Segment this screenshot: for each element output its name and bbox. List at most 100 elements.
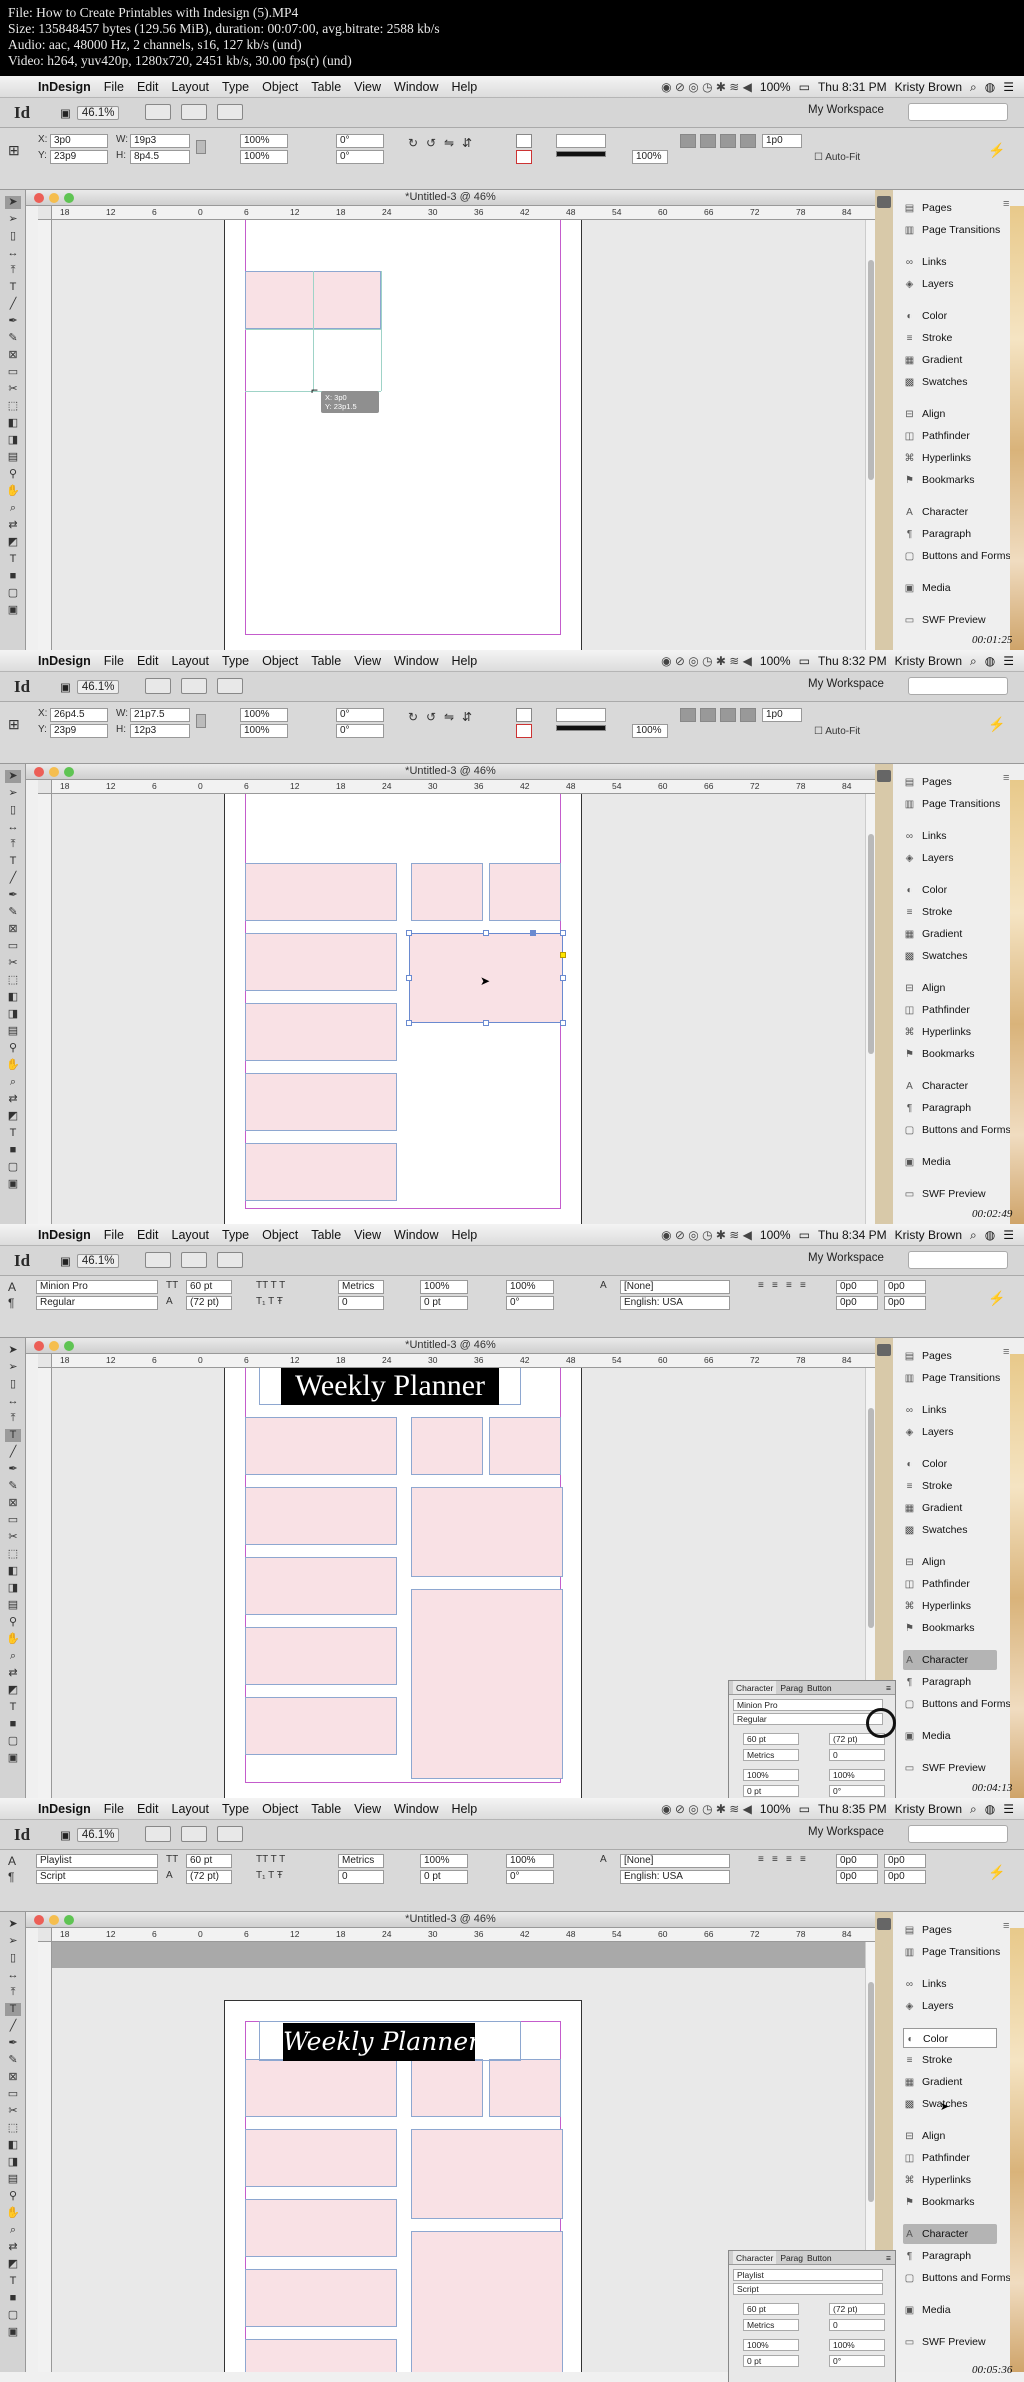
menu-type[interactable]: Type bbox=[222, 80, 249, 94]
day-box[interactable] bbox=[489, 863, 561, 921]
menu-help[interactable]: Help bbox=[452, 654, 478, 668]
zoom-value[interactable]: 46.1% bbox=[76, 1828, 120, 1842]
cp-font-family-field[interactable]: Minion Pro bbox=[733, 1699, 883, 1711]
panel-item-swf-preview[interactable]: ▭ SWF Preview bbox=[903, 2332, 997, 2352]
font-family-field[interactable]: Minion Pro bbox=[36, 1280, 158, 1294]
menu-table[interactable]: Table bbox=[311, 1228, 341, 1242]
notes-box[interactable] bbox=[411, 1589, 563, 1779]
panel-menu-icon[interactable]: ≡ bbox=[886, 1681, 895, 1694]
menu-layout[interactable]: Layout bbox=[172, 1802, 210, 1816]
horizontal-ruler[interactable]: 18 12 6 0 6 12 18 24 30 36 42 48 54 60 66 72 78 84 bbox=[52, 1354, 875, 1368]
screen-mode-button[interactable] bbox=[181, 678, 207, 694]
panel-item-links[interactable]: ∞ Links bbox=[903, 1974, 997, 1994]
minimize-window-button[interactable] bbox=[49, 1915, 59, 1925]
apply-color-icon[interactable]: ■ bbox=[5, 1144, 21, 1157]
panel-item-swf-preview[interactable]: ▭ SWF Preview bbox=[903, 1184, 997, 1204]
cp-font-style-field[interactable]: Script bbox=[733, 2283, 883, 2295]
indent-left-field[interactable]: 0p0 bbox=[836, 1854, 878, 1868]
ruler-origin[interactable] bbox=[38, 206, 52, 220]
close-window-button[interactable] bbox=[34, 1341, 44, 1351]
panel-item-gradient[interactable]: ▦ Gradient bbox=[903, 2072, 997, 2092]
view-options-button[interactable] bbox=[145, 678, 171, 694]
page-tool-icon[interactable]: ▯ bbox=[5, 1952, 21, 1965]
panel-item-media[interactable]: ▣ Media bbox=[903, 1726, 997, 1746]
menu-layout[interactable]: Layout bbox=[172, 1228, 210, 1242]
menu-edit[interactable]: Edit bbox=[137, 1802, 159, 1816]
bridge-icon[interactable]: ▣ bbox=[60, 1828, 71, 1842]
height-field[interactable]: 12p3 bbox=[130, 724, 190, 738]
panel-item-pathfinder[interactable]: ◫ Pathfinder bbox=[903, 2148, 997, 2168]
app-menu[interactable]: InDesign bbox=[38, 654, 91, 668]
menu-layout[interactable]: Layout bbox=[172, 80, 210, 94]
notes-box[interactable] bbox=[411, 2231, 563, 2372]
collapse-panels-icon[interactable] bbox=[877, 1918, 891, 1930]
formatting-icon[interactable]: T bbox=[5, 2275, 21, 2288]
menu-edit[interactable]: Edit bbox=[137, 654, 159, 668]
character-style-icon[interactable]: A bbox=[600, 1854, 607, 1865]
zoom-value[interactable]: 46.1% bbox=[76, 680, 120, 694]
preview-mode-icon[interactable]: ▣ bbox=[5, 604, 21, 617]
cp-horizontal-scale-field[interactable]: 100% bbox=[829, 1769, 885, 1781]
workspace-switcher[interactable]: My Workspace bbox=[808, 104, 884, 116]
line-tool-icon[interactable]: ╱ bbox=[5, 1446, 21, 1459]
panel-item-pages[interactable]: ▤ Pages bbox=[903, 1920, 997, 1940]
selection-handle[interactable] bbox=[483, 1020, 489, 1026]
menu-type[interactable]: Type bbox=[222, 1228, 249, 1242]
panel-item-hyperlinks[interactable]: ⌘ Hyperlinks bbox=[903, 1596, 997, 1616]
planner-title[interactable]: Weekly Planner bbox=[283, 2023, 480, 2061]
wrap-icon[interactable] bbox=[700, 708, 716, 722]
font-style-field[interactable]: Regular bbox=[36, 1296, 158, 1310]
day-box[interactable] bbox=[245, 1417, 397, 1475]
cp-font-size-field[interactable]: 60 pt bbox=[743, 1733, 799, 1745]
pen-tool-icon[interactable]: ✒ bbox=[5, 889, 21, 902]
note-tool-icon[interactable]: ▤ bbox=[5, 1025, 21, 1038]
user-name[interactable]: Kristy Brown bbox=[895, 1228, 962, 1243]
line-tool-icon[interactable]: ╱ bbox=[5, 2020, 21, 2033]
menu-window[interactable]: Window bbox=[394, 654, 438, 668]
panel-item-swatches[interactable]: ▩ Swatches bbox=[903, 1520, 997, 1540]
align-left-icon[interactable]: ≡ bbox=[758, 1854, 764, 1865]
siri-icon[interactable]: ◍ bbox=[985, 654, 995, 669]
selection-handle[interactable] bbox=[406, 930, 412, 936]
kerning-field[interactable]: Metrics bbox=[338, 1280, 384, 1294]
zoom-tool-icon[interactable]: ⌕ bbox=[5, 502, 21, 515]
caps-toggles[interactable]: TT T T bbox=[256, 1280, 285, 1291]
panel-item-pathfinder[interactable]: ◫ Pathfinder bbox=[903, 1574, 997, 1594]
minimize-window-button[interactable] bbox=[49, 767, 59, 777]
character-style-field[interactable]: [None] bbox=[620, 1280, 730, 1294]
panel-item-character[interactable]: A Character bbox=[903, 1650, 997, 1670]
minimize-window-button[interactable] bbox=[49, 193, 59, 203]
zoom-window-button[interactable] bbox=[64, 1341, 74, 1351]
pencil-tool-icon[interactable]: ✎ bbox=[5, 332, 21, 345]
vertical-ruler[interactable] bbox=[38, 1942, 52, 2372]
zoom-control[interactable]: ▣ 46.1% bbox=[60, 104, 138, 122]
day-box[interactable] bbox=[245, 863, 397, 921]
day-box[interactable] bbox=[245, 1627, 397, 1685]
panel-item-swf-preview[interactable]: ▭ SWF Preview bbox=[903, 610, 997, 630]
menu-view[interactable]: View bbox=[354, 1802, 381, 1816]
panel-item-align[interactable]: ⊟ Align bbox=[903, 1552, 997, 1572]
panel-item-bookmarks[interactable]: ⚑ Bookmarks bbox=[903, 1618, 997, 1638]
language-field[interactable]: English: USA bbox=[620, 1296, 730, 1310]
panel-item-gradient[interactable]: ▦ Gradient bbox=[903, 350, 997, 370]
apply-color-icon[interactable]: ■ bbox=[5, 2292, 21, 2305]
panel-item-swatches[interactable]: ▩ Swatches bbox=[903, 2094, 997, 2114]
content-grabber[interactable] bbox=[560, 952, 566, 958]
document-page[interactable]: Weekly Planner bbox=[224, 2000, 582, 2372]
scroll-thumb[interactable] bbox=[868, 260, 874, 480]
cp-skew-field[interactable]: 0° bbox=[829, 2355, 885, 2367]
spotlight-icon[interactable]: ⌕ bbox=[970, 1228, 977, 1243]
normal-mode-icon[interactable]: ▢ bbox=[5, 587, 21, 600]
bridge-icon[interactable]: ▣ bbox=[60, 106, 71, 120]
cp-vertical-scale-field[interactable]: 100% bbox=[743, 1769, 799, 1781]
free-transform-tool-icon[interactable]: ⬚ bbox=[5, 2122, 21, 2135]
caps-toggles[interactable]: TT T T bbox=[256, 1854, 285, 1865]
menu-window[interactable]: Window bbox=[394, 80, 438, 94]
scroll-thumb[interactable] bbox=[868, 1408, 874, 1628]
panel-item-links[interactable]: ∞ Links bbox=[903, 252, 997, 272]
rectangle-tool-icon[interactable]: ▭ bbox=[5, 1514, 21, 1527]
auto-fit-checkbox[interactable]: ☐ Auto-Fit bbox=[814, 152, 860, 163]
menu-view[interactable]: View bbox=[354, 1228, 381, 1242]
font-size-field[interactable]: 60 pt bbox=[186, 1854, 232, 1868]
menu-object[interactable]: Object bbox=[262, 654, 298, 668]
